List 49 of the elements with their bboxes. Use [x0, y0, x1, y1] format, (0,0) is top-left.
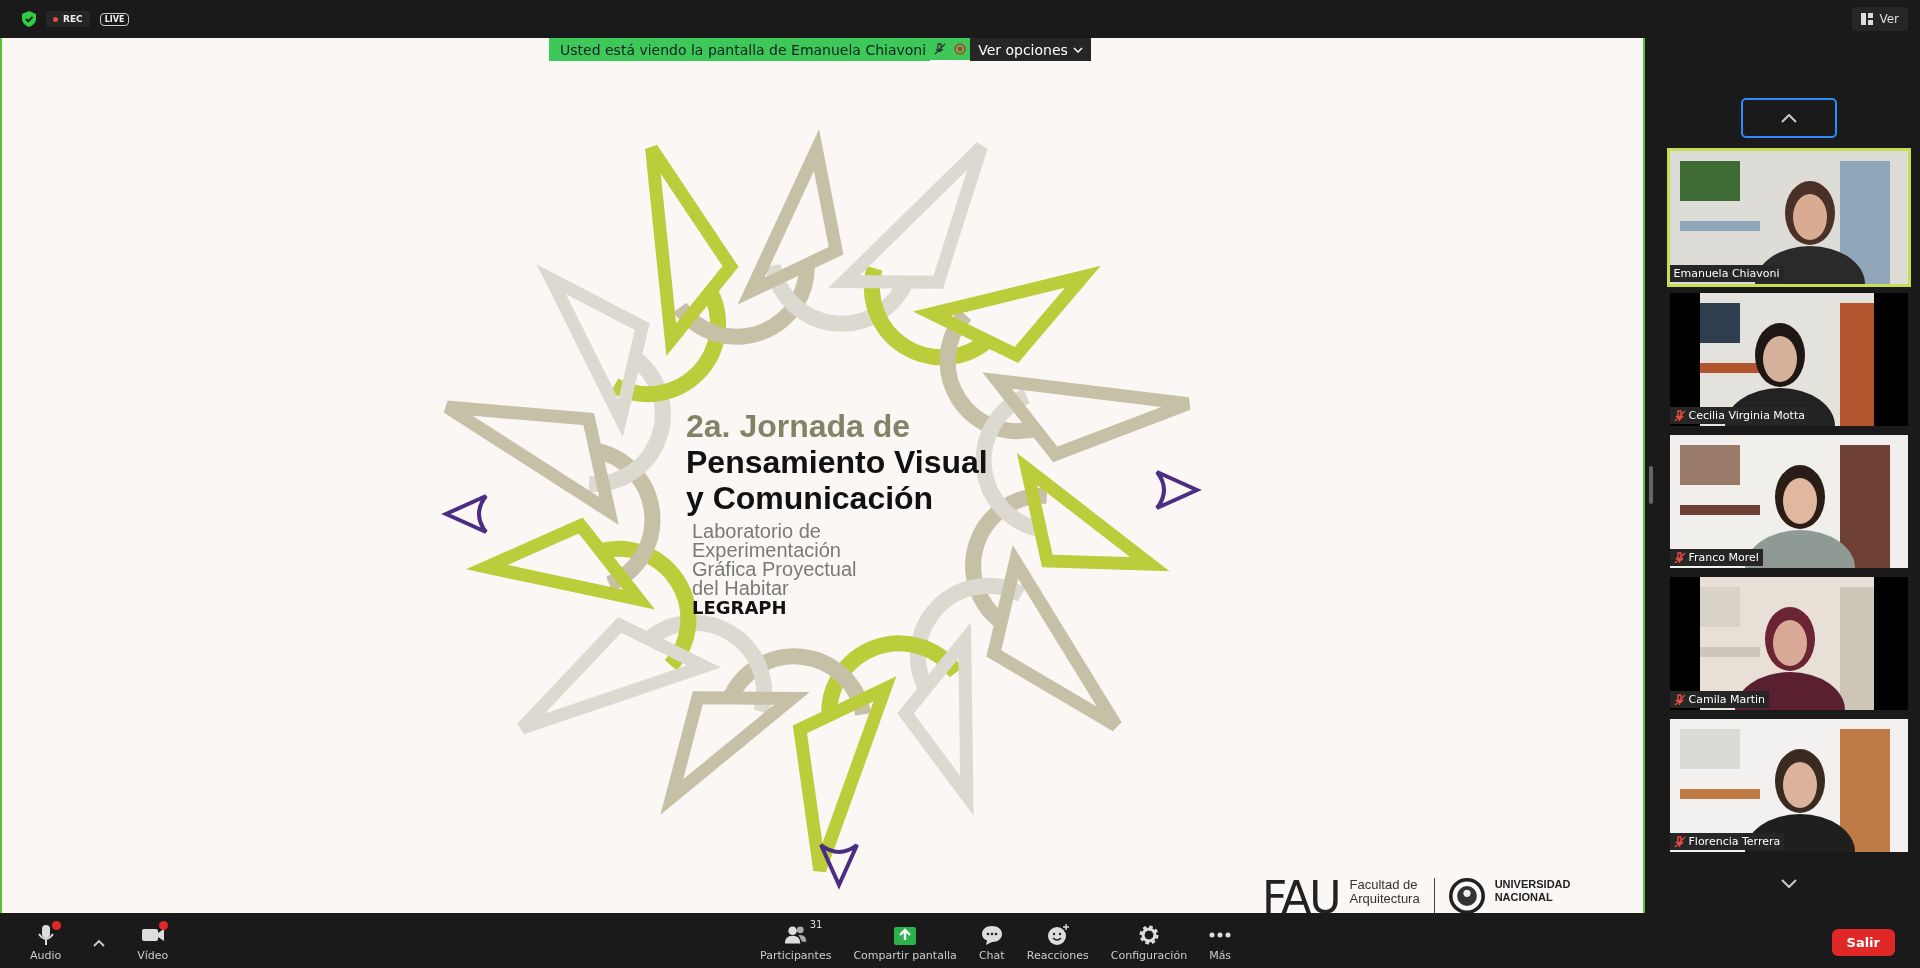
live-badge[interactable]: LIVE [99, 12, 130, 26]
faculty-logo: FAU [1262, 878, 1340, 913]
chevron-down-icon [1072, 46, 1083, 53]
video-tile[interactable]: Franco Morel [1666, 432, 1911, 571]
audio-button[interactable]: Audio [22, 921, 70, 964]
seal-icon [1448, 878, 1485, 913]
resize-handle[interactable] [1649, 466, 1653, 504]
reactions-button[interactable]: Reacciones [1018, 921, 1097, 964]
participant-name: Florencia Terrera [1688, 835, 1781, 848]
lab-name: Laboratorio de [692, 522, 822, 541]
layout-icon [1861, 13, 1874, 25]
event-headline: Pensamiento Visual [686, 444, 988, 480]
view-button[interactable]: Ver [1852, 7, 1908, 31]
video-tile[interactable]: Florencia Terrera [1666, 716, 1911, 855]
shield-icon[interactable] [22, 11, 36, 27]
participant-name: Camila Martin [1688, 693, 1766, 706]
university-name: NACIONAL [1494, 891, 1554, 904]
participant-count: 31 [809, 919, 823, 930]
chevron-down-icon [1780, 878, 1797, 888]
people-icon [782, 923, 809, 947]
sharing-notice: Usted está viendo la pantalla de Emanuela Chiavoni [549, 38, 931, 61]
chevron-up-icon [1780, 113, 1797, 123]
participant-name: Cecilia Virginia Motta [1688, 409, 1805, 422]
lab-name: Gráfica Proyectual [692, 560, 858, 579]
faculty-name: Facultad de [1349, 878, 1419, 892]
stop-icon [950, 38, 971, 60]
more-icon [1209, 932, 1232, 938]
faculty-name: Arquitectura [1349, 892, 1420, 906]
participant-name: Franco Morel [1688, 551, 1759, 564]
event-title: 2a. Jornada de [686, 408, 912, 444]
more-button[interactable]: Más [1201, 921, 1240, 964]
university-name: UNIVERSIDAD [1494, 878, 1571, 891]
participants-button[interactable]: 31 Participantes [752, 921, 840, 964]
video-tile[interactable]: Camila Martin [1666, 574, 1911, 713]
share-button[interactable]: Compartir pantalla [845, 921, 965, 964]
event-headline: y Comunicación [686, 480, 935, 516]
scroll-up-button[interactable] [1740, 98, 1837, 138]
view-options-button[interactable]: Ver opciones [970, 38, 1091, 61]
participant-name: Emanuela Chiavoni [1673, 267, 1780, 280]
lab-name: del Habitar [692, 579, 789, 598]
video-tile[interactable]: Emanuela Chiavoni [1666, 148, 1911, 287]
settings-button[interactable]: Configuración [1102, 921, 1196, 964]
caret-up-icon [93, 938, 106, 947]
chat-button[interactable]: Chat [970, 921, 1013, 964]
leave-button[interactable]: Salir [1831, 929, 1895, 956]
video-tile[interactable]: Cecilia Virginia Motta [1666, 290, 1911, 429]
video-button[interactable]: Vídeo [129, 921, 177, 964]
recording-indicator[interactable]: REC [46, 11, 90, 27]
lab-name: Experimentación [692, 541, 842, 560]
